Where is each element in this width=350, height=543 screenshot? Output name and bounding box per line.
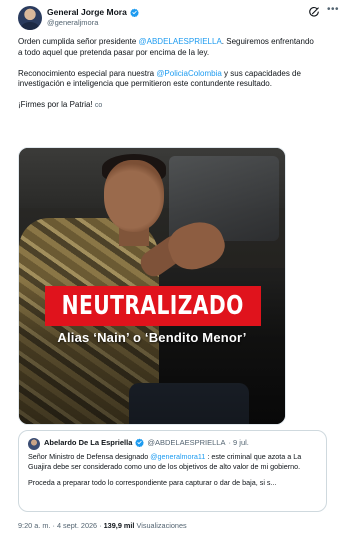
tweet-time[interactable]: 9:20 a. m. bbox=[18, 521, 50, 530]
quoted-author-avatar[interactable] bbox=[28, 438, 40, 450]
mention-link[interactable]: @ABDELAESPRIELLA bbox=[139, 37, 222, 46]
tweet-date[interactable]: 4 sept. 2026 bbox=[57, 521, 97, 530]
photo-head bbox=[104, 160, 164, 232]
quoted-tweet[interactable]: Abelardo De La Espriella @ABDELAESPRIELL… bbox=[18, 430, 327, 512]
quoted-text-segment: Señor Ministro de Defensa designado bbox=[28, 452, 151, 461]
quoted-tweet-date[interactable]: · 9 jul. bbox=[228, 438, 248, 447]
quoted-paragraph-2: Proceda a preparar todo lo correspondien… bbox=[28, 478, 277, 487]
tweet-paragraph-1: Orden cumplida señor presidente @ABDELAE… bbox=[18, 37, 318, 58]
quoted-paragraph-1: Señor Ministro de Defensa designado @gen… bbox=[28, 452, 320, 472]
tweet-text-segment: Orden cumplida señor presidente bbox=[18, 37, 139, 46]
verified-badge-icon bbox=[135, 438, 145, 447]
tweet-header: General Jorge Mora @generaljmora ••• bbox=[10, 5, 340, 32]
verified-badge-icon bbox=[129, 8, 139, 17]
neutralizado-banner: NEUTRALIZADO bbox=[45, 286, 261, 326]
mention-link[interactable]: @PoliciaColombia bbox=[156, 69, 221, 78]
quoted-author-handle[interactable]: @ABDELAESPRIELLA bbox=[147, 438, 225, 447]
grok-icon[interactable] bbox=[308, 6, 320, 18]
translate-label[interactable]: co bbox=[95, 102, 102, 109]
tweet-paragraph-2: Reconocimiento especial para nuestra @Po… bbox=[18, 69, 318, 90]
author-avatar[interactable] bbox=[18, 6, 42, 30]
view-count: 139,9 mil bbox=[103, 521, 135, 530]
banner-text: NEUTRALIZADO bbox=[61, 291, 245, 321]
author-handle[interactable]: @generaljmora bbox=[47, 18, 98, 27]
tweet-metadata: 9:20 a. m. · 4 sept. 2026 · 139,9 mil Vi… bbox=[18, 521, 187, 530]
tweet-text-segment: Reconocimiento especial para nuestra bbox=[18, 68, 157, 78]
alias-subtitle: Alias ‘Nain’ o ‘Bendito Menor’ bbox=[57, 330, 247, 345]
tweet-text-segment: ¡Firmes por la Patria! bbox=[18, 100, 93, 109]
quoted-tweet-header: Abelardo De La Espriella @ABDELAESPRIELL… bbox=[44, 438, 249, 447]
more-options-icon[interactable]: ••• bbox=[326, 5, 340, 17]
views-label: Visualizaciones bbox=[134, 521, 187, 530]
tweet-media-image[interactable]: NEUTRALIZADO Alias ‘Nain’ o ‘Bendito Men… bbox=[18, 147, 286, 425]
tweet-body: Orden cumplida señor presidente @ABDELAE… bbox=[18, 37, 318, 122]
author-name[interactable]: General Jorge Mora bbox=[47, 7, 127, 17]
tweet-paragraph-3: ¡Firmes por la Patria! co bbox=[18, 100, 318, 112]
quoted-author-name[interactable]: Abelardo De La Espriella bbox=[44, 438, 132, 447]
mention-link[interactable]: @generalmora11 bbox=[150, 452, 205, 461]
author-name-line[interactable]: General Jorge Mora bbox=[47, 7, 139, 17]
quoted-tweet-body: Señor Ministro de Defensa designado @gen… bbox=[28, 452, 320, 494]
